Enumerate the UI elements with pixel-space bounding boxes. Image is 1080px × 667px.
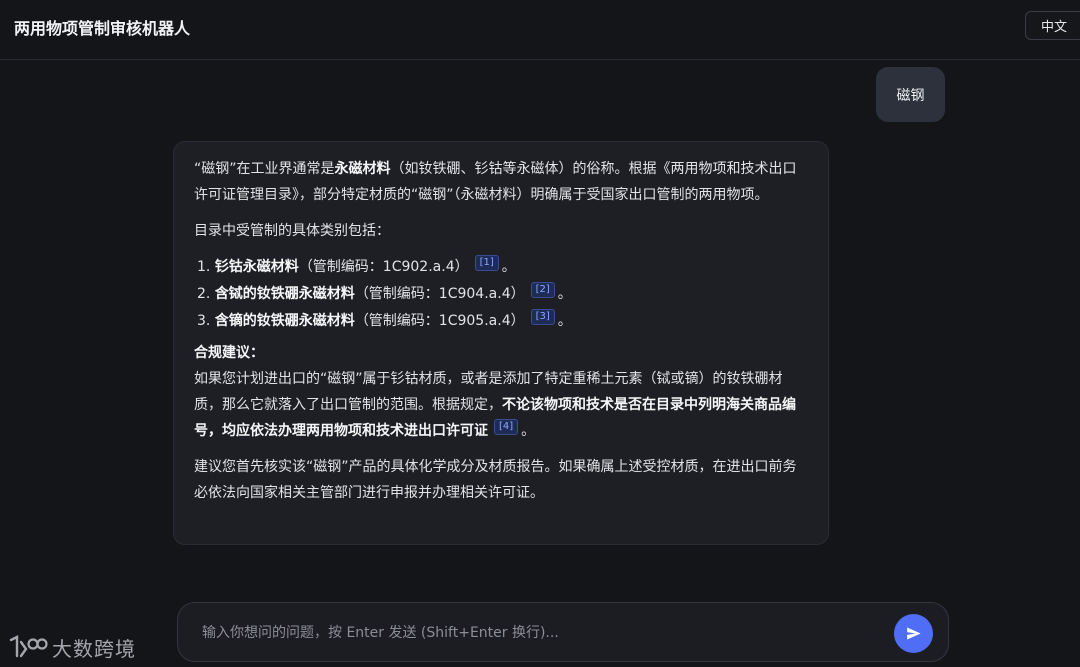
category-item: 3. 含镝的钕铁硼永磁材料（管制编码：1C905.a.4） [3]。 xyxy=(194,308,809,334)
citation-link[interactable]: [2] xyxy=(530,282,555,298)
brand-logo-text: 大数跨境 xyxy=(52,636,136,661)
category-number: 3. xyxy=(197,313,211,329)
advice-title: 合规建议： xyxy=(194,345,264,361)
category-list: 1. 钐钴永磁材料（管制编码：1C902.a.4） [1]。 2. 含铽的钕铁硼永… xyxy=(194,254,809,334)
user-message-bubble: 磁钢 xyxy=(876,67,945,122)
app-title: 两用物项管制审核机器人 xyxy=(14,19,191,38)
user-message-text: 磁钢 xyxy=(896,87,925,104)
send-button[interactable] xyxy=(894,614,933,653)
language-switch-button[interactable]: 中文 xyxy=(1025,11,1080,40)
advice-end: 。 xyxy=(521,423,536,439)
category-number: 1. xyxy=(197,259,211,275)
top-bar: 两用物项管制审核机器人 中文 xyxy=(0,0,1080,60)
chat-input-box xyxy=(177,602,949,662)
final-paragraph: 建议您首先核实该“磁钢”产品的具体化学成分及材质报告。如果确属上述受控材质，在进… xyxy=(194,459,797,501)
advice-paragraph: 合规建议： 如果您计划进出口的“磁钢”属于钐钴材质，或者是添加了特定重稀土元素（铽… xyxy=(194,340,809,444)
category-code: （管制编码：1C902.a.4） xyxy=(298,259,469,275)
citation-link[interactable]: [3] xyxy=(530,309,555,325)
category-end: 。 xyxy=(501,259,516,275)
category-name: 含镝的钕铁硼永磁材料 xyxy=(214,313,355,329)
intro-bold-term: 永磁材料 xyxy=(334,161,391,177)
category-name: 钐钴永磁材料 xyxy=(214,259,299,275)
brand-logo-icon xyxy=(9,635,48,658)
citation-link[interactable]: [4] xyxy=(494,419,519,435)
category-code: （管制编码：1C904.a.4） xyxy=(354,286,525,302)
intro-paragraph: “磁钢”在工业界通常是永磁材料（如钕铁硼、钐钴等永磁体）的俗称。根据《两用物项和… xyxy=(194,156,809,208)
category-end: 。 xyxy=(557,313,572,329)
bot-response-card: “磁钢”在工业界通常是永磁材料（如钕铁硼、钐钴等永磁体）的俗称。根据《两用物项和… xyxy=(173,141,829,545)
category-item: 2. 含铽的钕铁硼永磁材料（管制编码：1C904.a.4） [2]。 xyxy=(194,281,809,307)
category-name: 含铽的钕铁硼永磁材料 xyxy=(214,286,355,302)
chat-input[interactable] xyxy=(202,621,892,645)
category-number: 2. xyxy=(197,286,211,302)
send-icon xyxy=(907,627,921,640)
intro-text-1: “磁钢”在工业界通常是 xyxy=(194,161,335,177)
categories-heading: 目录中受管制的具体类别包括： xyxy=(194,223,390,239)
watermark-logo: 大数跨境 xyxy=(8,632,136,662)
category-item: 1. 钐钴永磁材料（管制编码：1C902.a.4） [1]。 xyxy=(194,254,809,280)
citation-link[interactable]: [1] xyxy=(474,255,499,271)
category-code: （管制编码：1C905.a.4） xyxy=(354,313,525,329)
category-end: 。 xyxy=(557,286,572,302)
